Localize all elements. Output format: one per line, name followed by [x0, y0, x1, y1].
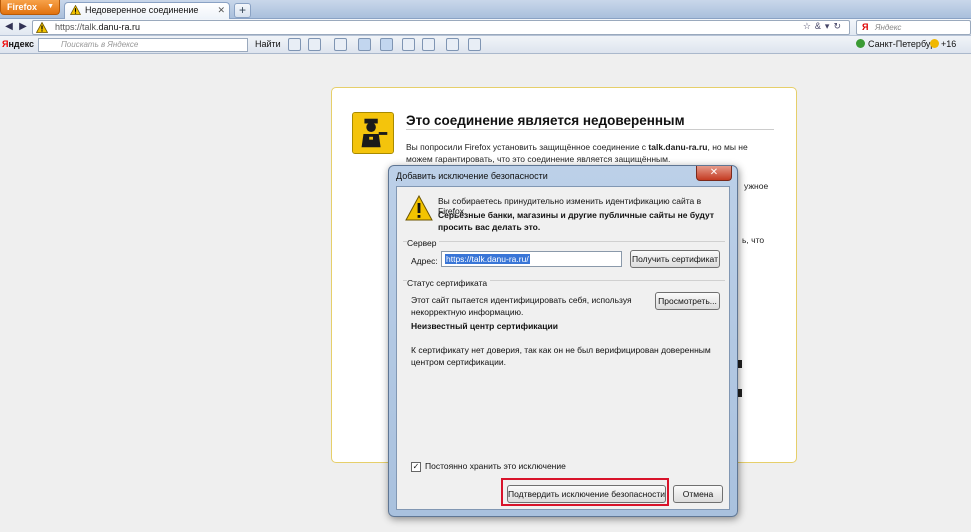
grid-icon[interactable]	[402, 38, 415, 51]
tab-untrusted-connection[interactable]: Недоверенное соединение ✕	[64, 2, 230, 19]
forward-arrow-icon[interactable]: ▶	[16, 20, 30, 34]
yandex-city[interactable]: Санкт-Петербург	[856, 39, 939, 49]
sun-icon	[930, 39, 939, 48]
warning-icon	[36, 22, 48, 33]
flag-icon[interactable]	[446, 38, 459, 51]
dialog-close-button[interactable]: ✕	[696, 166, 732, 181]
chevron-down-icon: ▼	[47, 3, 54, 10]
dialog-body: Вы собираетесь принудительно изменить ид…	[396, 186, 730, 510]
tab-strip: Firefox ▼ Недоверенное соединение ✕ +	[0, 0, 971, 19]
warning-icon	[70, 5, 81, 15]
server-group-divider	[403, 241, 725, 242]
address-label: Адрес:	[411, 256, 438, 266]
view-certificate-button[interactable]: Просмотреть...	[655, 292, 720, 310]
yandex-weather[interactable]: +16	[930, 39, 956, 49]
firefox-menu-button[interactable]: Firefox ▼	[0, 0, 60, 15]
cert-status-group-label: Статус сертификата	[407, 278, 491, 288]
permanent-exception-checkbox[interactable]: ✓	[411, 462, 421, 472]
dialog-warning: Серьёзные банки, магазины и другие публи…	[438, 210, 715, 232]
rss-icon[interactable]: &	[815, 21, 825, 31]
check-icon[interactable]	[358, 38, 371, 51]
tab-close-icon[interactable]: ✕	[217, 3, 225, 18]
new-tab-button[interactable]: +	[234, 3, 251, 18]
gear-icon[interactable]	[468, 38, 481, 51]
get-certificate-button[interactable]: Получить сертификат	[630, 250, 720, 268]
tab-title: Недоверенное соединение	[85, 5, 199, 15]
bookmark-star-icon[interactable]: ☆	[803, 21, 815, 31]
reload-icon[interactable]: ↻	[833, 21, 845, 31]
bookmarks-icon[interactable]	[288, 38, 301, 51]
error-host: talk.danu-ra.ru	[648, 142, 708, 152]
url-prefix: https://talk.	[55, 22, 99, 32]
unknown-ca-description: К сертификату нет доверия, так как он не…	[411, 345, 711, 367]
search-bar-placeholder: Яндекс	[875, 23, 902, 32]
error-description: Вы попросили Firefox установить защищённ…	[406, 141, 776, 165]
firefox-menu-label: Firefox	[7, 2, 38, 12]
police-officer-icon	[352, 112, 394, 154]
search-bar[interactable]: Я Яндекс	[856, 20, 971, 35]
yandex-logo[interactable]: Яндекс	[2, 39, 34, 49]
yandex-find-button[interactable]: Найти	[255, 39, 281, 49]
weather-icon	[856, 39, 865, 48]
permanent-exception-label: Постоянно хранить это исключение	[425, 461, 566, 471]
warning-icon	[405, 195, 433, 221]
mail-icon[interactable]	[308, 38, 321, 51]
title-divider	[406, 129, 774, 130]
url-text: https://talk.danu-ra.ru	[55, 22, 140, 32]
yandex-search-input[interactable]: Поискать в Яндексе	[38, 38, 248, 52]
address-input[interactable]: https://talk.danu-ra.ru/	[441, 251, 622, 267]
server-group-label: Сервер	[407, 238, 440, 248]
city-name: Санкт-Петербург	[868, 39, 939, 49]
cert-status-text: Этот сайт пытается идентифицировать себя…	[411, 295, 632, 317]
dialog-title: Добавить исключение безопасности	[396, 171, 548, 181]
error-text-before: Вы попросили Firefox установить защищённ…	[406, 142, 649, 152]
back-arrow-icon[interactable]: ◀	[2, 20, 16, 34]
navigation-bar: ◀ ▶ https://talk.danu-ra.ru ☆&▾↻ Я Яндек…	[0, 19, 971, 36]
cancel-button[interactable]: Отмена	[673, 485, 723, 503]
yandex-toolbar: Яндекс Поискать в Яндексе Найти Санкт-Пе…	[0, 36, 971, 54]
hidden-text-fragment: ужное	[744, 181, 769, 191]
translate-icon[interactable]	[380, 38, 393, 51]
url-bar[interactable]: https://talk.danu-ra.ru ☆&▾↻	[32, 20, 850, 35]
hidden-text-fragment: ь, что	[742, 235, 765, 245]
yandex-logo-rest: ндекс	[8, 39, 35, 49]
url-host: danu-ra.ru	[98, 22, 141, 32]
yandex-search-engine-icon: Я	[862, 22, 869, 32]
add-security-exception-dialog: Добавить исключение безопасности ✕ Вы со…	[388, 165, 738, 517]
chat-icon[interactable]	[422, 38, 435, 51]
unknown-ca-heading: Неизвестный центр сертификации	[411, 321, 558, 331]
error-title: Это соединение является недоверенным	[406, 113, 685, 128]
traffic-icon[interactable]	[334, 38, 347, 51]
url-bar-icons: ☆&▾↻	[803, 21, 845, 32]
address-value: https://talk.danu-ra.ru/	[445, 254, 530, 264]
highlight-annotation-box	[501, 478, 669, 506]
temperature: +16	[941, 39, 957, 49]
